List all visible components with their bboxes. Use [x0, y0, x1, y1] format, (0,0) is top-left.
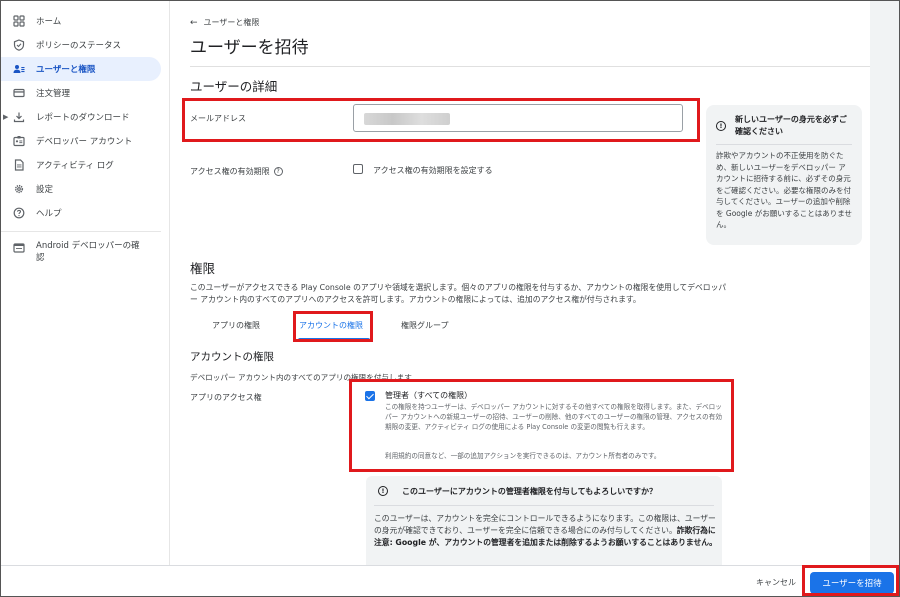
info-card-body: 詐欺やアカウントの不正使用を防ぐため、新しいユーザーをデベロッパー アカウントに…	[716, 151, 852, 229]
permission-tabs: アプリの権限 アカウントの権限 権限グループ	[190, 312, 710, 341]
sidebar-item-label: ポリシーのステータス	[36, 41, 122, 51]
badge-icon	[12, 134, 26, 148]
warning-divider	[374, 505, 714, 506]
admin-permission-note: 利用規約の同意など、一部の追加アクションを実行できるのは、アカウント所有者のみで…	[385, 452, 661, 460]
gear-icon	[12, 182, 26, 196]
credit-card-icon	[12, 86, 26, 100]
email-value-redacted	[364, 113, 450, 125]
sidebar-item-label: Android デベロッパーの確認	[36, 241, 140, 263]
help-icon	[12, 206, 26, 220]
sidebar-item-activity-log[interactable]: アクティビティ ログ	[0, 153, 161, 177]
sidebar-item-label: ヘルプ	[36, 209, 62, 219]
sidebar-item-label: レポートのダウンロード	[36, 113, 130, 123]
invite-user-button-label: ユーザーを招待	[822, 579, 882, 589]
grid-icon	[12, 14, 26, 28]
sidebar-divider	[0, 231, 161, 232]
sidebar-item-label: 注文管理	[36, 89, 71, 99]
admin-permission-title: 管理者（すべての権限）	[385, 391, 473, 400]
window-icon	[12, 241, 26, 255]
account-permissions-description: デベロッパー アカウント内のすべてのアプリの権限を付与します	[190, 373, 412, 382]
warning-title: このユーザーにアカウントの管理者権限を付与してもよろしいですか？	[402, 487, 657, 496]
cancel-button[interactable]: キャンセル	[756, 577, 796, 588]
sidebar-item-label: 設定	[36, 185, 54, 195]
email-label: メールアドレス	[190, 114, 246, 123]
sidebar-item-developer-account[interactable]: デベロッパー アカウント	[0, 129, 161, 153]
admin-permission-description: この権限を持つユーザーは、デベロッパー アカウントに対するその他すべての権限を取…	[385, 403, 722, 431]
sidebar-item-policy[interactable]: ポリシーのステータス	[0, 33, 161, 57]
download-icon	[12, 110, 26, 124]
sidebar: ホーム ポリシーのステータス ユーザーと権限 注文管理 ▶ レポートのダウンロー…	[0, 0, 170, 565]
sidebar-item-label: アクティビティ ログ	[36, 161, 114, 171]
page-title: ユーザーを招待	[190, 38, 309, 58]
warning-body: このユーザーは、アカウントを完全にコントロールできるようになります。この権限は、…	[374, 513, 719, 549]
document-icon	[12, 158, 26, 172]
permissions-title: 権限	[190, 261, 216, 276]
app-access-label: アプリのアクセス権	[190, 393, 262, 402]
sidebar-item-label: ユーザーと権限	[36, 65, 96, 75]
permissions-description: このユーザーがアクセスできる Play Console のアプリや領域を選択しま…	[190, 283, 727, 304]
expiry-checkbox-label: アクセス権の有効期限を設定する	[373, 166, 493, 175]
expiry-label-text: アクセス権の有効期限	[190, 167, 270, 176]
tab-app-permissions[interactable]: アプリの権限	[212, 320, 260, 331]
invite-user-button[interactable]: ユーザーを招待	[810, 572, 894, 594]
back-link-label: ユーザーと権限	[203, 18, 260, 27]
admin-warning-card: ! このユーザーにアカウントの管理者権限を付与してもよろしいですか？ このユーザ…	[366, 476, 722, 565]
scrollbar-track[interactable]	[870, 0, 900, 565]
identity-info-card: ! 新しいユーザーの身元を必ずご確認ください 詐欺やアカウントの不正使用を防ぐた…	[706, 105, 862, 245]
users-icon	[12, 62, 26, 76]
help-icon[interactable]: ?	[273, 167, 283, 176]
active-tab-indicator	[298, 338, 370, 341]
warning-body-text: このユーザーは、アカウントを完全にコントロールできるようになります。この権限は、…	[374, 514, 716, 535]
sidebar-item-android-verification[interactable]: Android デベロッパーの確認	[0, 238, 161, 268]
title-divider	[190, 66, 870, 67]
sidebar-item-settings[interactable]: 設定	[0, 177, 161, 201]
info-card-header: ! 新しいユーザーの身元を必ずご確認ください	[716, 114, 852, 138]
admin-checkbox[interactable]	[365, 391, 375, 401]
footer-bar: キャンセル ユーザーを招待	[0, 565, 900, 597]
email-field[interactable]	[353, 104, 683, 132]
sidebar-item-help[interactable]: ヘルプ	[0, 201, 161, 225]
info-icon: !	[378, 486, 388, 496]
user-details-title: ユーザーの詳細	[190, 79, 278, 94]
sidebar-item-orders[interactable]: 注文管理	[0, 81, 161, 105]
sidebar-item-home[interactable]: ホーム	[0, 9, 161, 33]
info-card-divider	[716, 144, 852, 145]
sidebar-item-reports[interactable]: ▶ レポートのダウンロード	[0, 105, 161, 129]
tab-account-permissions[interactable]: アカウントの権限	[299, 320, 363, 331]
arrow-left-icon: ←	[190, 17, 198, 28]
info-icon: !	[716, 121, 726, 131]
sidebar-item-label: ホーム	[36, 17, 62, 27]
sidebar-item-label: デベロッパー アカウント	[36, 137, 133, 147]
sidebar-item-users[interactable]: ユーザーと権限	[0, 57, 161, 81]
shield-icon	[12, 38, 26, 52]
main-content: ← ユーザーと権限 ユーザーを招待 ユーザーの詳細 メールアドレス アクセス権の…	[170, 0, 870, 565]
info-card-title: 新しいユーザーの身元を必ずご確認ください	[735, 115, 847, 136]
expiry-checkbox[interactable]	[353, 164, 363, 174]
chevron-right-icon[interactable]: ▶	[3, 113, 8, 121]
back-link[interactable]: ← ユーザーと権限	[190, 17, 259, 28]
account-permissions-title: アカウントの権限	[190, 351, 274, 363]
tab-permission-groups[interactable]: 権限グループ	[401, 320, 449, 331]
expiry-label: アクセス権の有効期限?	[190, 166, 283, 177]
